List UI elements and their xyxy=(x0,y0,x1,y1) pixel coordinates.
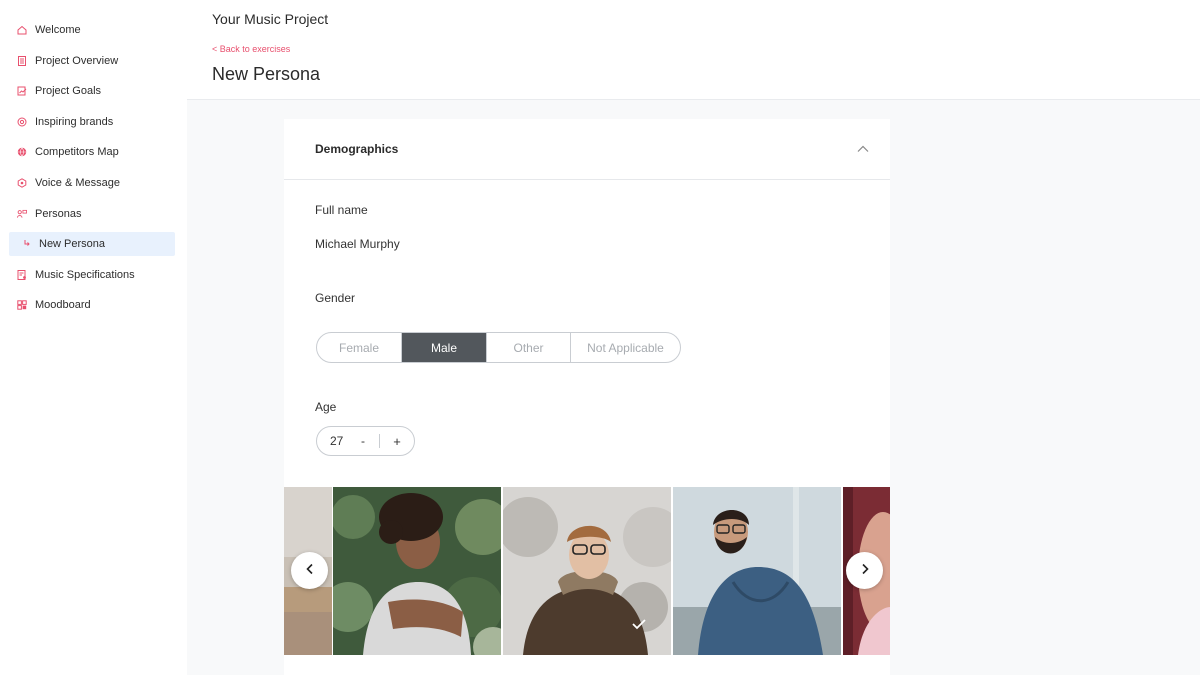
sidebar-item-music-specifications[interactable]: Music Specifications xyxy=(9,263,175,287)
home-icon xyxy=(17,25,27,35)
sidebar-item-moodboard[interactable]: Moodboard xyxy=(9,293,175,317)
document-icon xyxy=(17,55,27,66)
globe-icon xyxy=(17,147,27,157)
sidebar-item-welcome[interactable]: Welcome xyxy=(9,18,175,42)
sidebar-item-project-overview[interactable]: Project Overview xyxy=(9,49,175,73)
persona-photo-carousel xyxy=(284,487,890,655)
sidebar-item-label: New Persona xyxy=(39,238,106,251)
carousel-prev-button[interactable] xyxy=(291,552,328,589)
gender-segmented-control: Female Male Other Not Applicable xyxy=(316,332,681,363)
grid-icon xyxy=(17,300,27,311)
chevron-left-icon xyxy=(304,562,316,580)
section-title: Demographics xyxy=(315,142,399,156)
age-decrement-button[interactable]: - xyxy=(355,434,371,448)
project-title: Your Music Project xyxy=(212,11,329,27)
persona-photo-selected[interactable] xyxy=(503,487,671,655)
sidebar-item-label: Personas xyxy=(35,207,82,220)
back-to-exercises-link[interactable]: < Back to exercises xyxy=(212,44,290,54)
gender-option-not-applicable[interactable]: Not Applicable xyxy=(571,333,680,362)
sidebar-item-label: Voice & Message xyxy=(35,176,120,189)
age-increment-button[interactable]: + xyxy=(388,434,406,449)
chevron-up-icon[interactable] xyxy=(856,142,870,156)
sidebar-item-new-persona[interactable]: New Persona xyxy=(9,232,175,257)
age-value[interactable]: 27 xyxy=(317,434,355,448)
goals-chart-icon xyxy=(17,86,27,96)
age-label: Age xyxy=(315,400,337,414)
gender-option-other[interactable]: Other xyxy=(487,333,571,362)
sidebar-item-voice-message[interactable]: Voice & Message xyxy=(9,171,175,195)
sidebar-item-label: Inspiring brands xyxy=(35,115,114,128)
sidebar-item-personas[interactable]: Personas xyxy=(9,202,175,226)
demographics-card: Demographics Full name Michael Murphy Ge… xyxy=(284,119,890,675)
full-name-field[interactable]: Michael Murphy xyxy=(315,237,400,251)
sub-arrow-icon xyxy=(23,239,31,250)
selected-check-icon xyxy=(631,617,647,636)
sidebar-item-label: Competitors Map xyxy=(35,146,119,159)
chevron-right-icon xyxy=(859,562,871,580)
gender-option-male[interactable]: Male xyxy=(402,333,487,362)
target-icon xyxy=(17,117,27,127)
sidebar-item-project-goals[interactable]: Project Goals xyxy=(9,79,175,103)
sidebar: Welcome Project Overview Project Goals I… xyxy=(0,0,187,675)
page-header: Your Music Project < Back to exercises N… xyxy=(187,0,1200,100)
music-doc-icon xyxy=(17,269,27,280)
sidebar-item-inspiring-brands[interactable]: Inspiring brands xyxy=(9,110,175,134)
gender-label: Gender xyxy=(315,291,356,305)
sidebar-item-label: Project Goals xyxy=(35,85,102,98)
sidebar-item-label: Project Overview xyxy=(35,54,119,67)
personas-icon xyxy=(17,209,27,219)
age-stepper: 27 - + xyxy=(316,426,415,456)
persona-photo[interactable] xyxy=(673,487,841,655)
demographics-header[interactable]: Demographics xyxy=(284,119,890,180)
stepper-divider xyxy=(379,434,380,448)
sidebar-item-label: Welcome xyxy=(35,24,81,36)
sidebar-item-competitors-map[interactable]: Competitors Map xyxy=(9,140,175,164)
sidebar-item-label: Moodboard xyxy=(35,299,91,312)
carousel-next-button[interactable] xyxy=(846,552,883,589)
gender-option-female[interactable]: Female xyxy=(317,333,402,362)
full-name-label: Full name xyxy=(315,203,368,217)
badge-icon xyxy=(17,178,27,188)
sidebar-item-label: Music Specifications xyxy=(35,268,135,281)
page-title: New Persona xyxy=(212,64,321,84)
persona-photo[interactable] xyxy=(333,487,501,655)
